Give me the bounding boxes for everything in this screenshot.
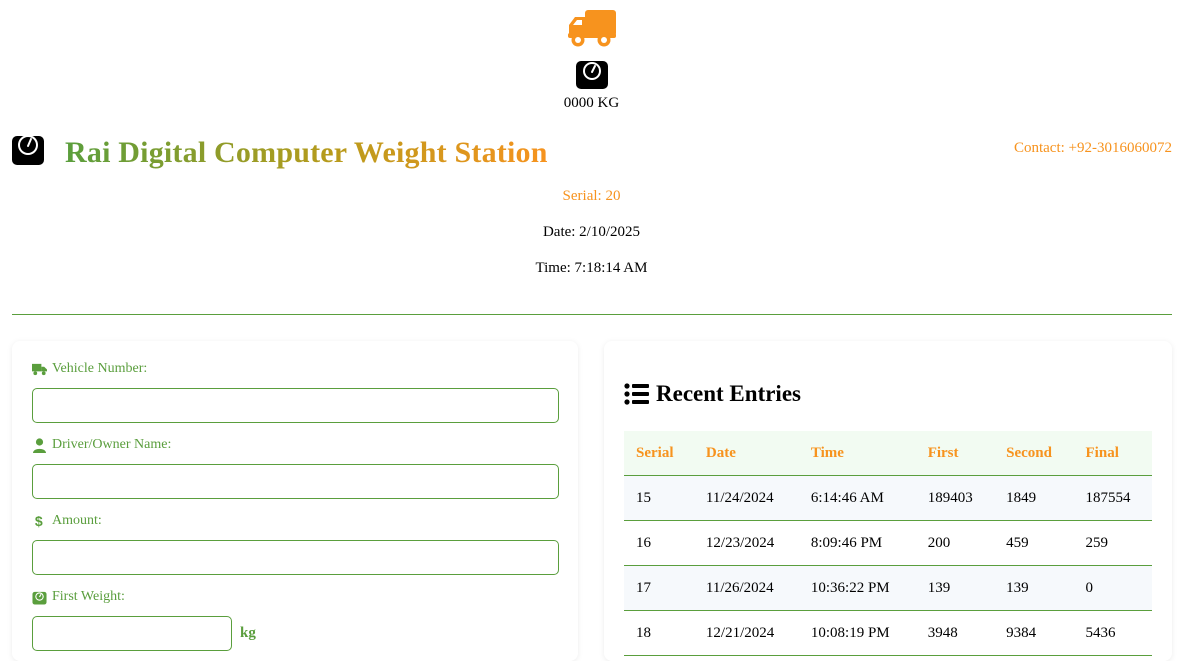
amount-label: $ Amount: (32, 513, 102, 529)
cell-final: 187554 (1073, 475, 1152, 521)
column-header-date: Date (693, 431, 799, 476)
first-weight-label: First Weight: (32, 589, 125, 605)
scale-small-icon (32, 591, 47, 605)
column-header-serial: Serial (624, 431, 694, 476)
brand-title: Rai Digital Computer Weight Station (65, 136, 548, 169)
serial-number: Serial: 20 (562, 188, 621, 204)
recent-entries-card: Recent Entries Serial Date Time First Se… (604, 341, 1172, 661)
recent-entries-title: Recent Entries (656, 381, 801, 406)
cell-date: 12/23/2024 (693, 520, 799, 566)
amount-label-text: Amount: (52, 513, 102, 528)
cell-first: 3948 (915, 610, 995, 656)
recent-entries-table: Serial Date Time First Second Final 15 1… (624, 431, 1152, 656)
cell-final: 5436 (1073, 610, 1152, 656)
vehicle-number-label: Vehicle Number: (32, 361, 147, 377)
column-header-first: First (915, 431, 995, 476)
truck-small-icon (32, 363, 47, 375)
cell-first: 189403 (915, 475, 995, 521)
current-time: Time: 7:18:14 AM (535, 260, 648, 276)
cell-first: 200 (915, 520, 995, 566)
amount-input[interactable] (32, 540, 559, 575)
cell-date: 12/21/2024 (693, 610, 799, 656)
first-weight-label-text: First Weight: (52, 589, 125, 604)
cell-serial: 18 (624, 610, 694, 656)
entry-form-card: Vehicle Number: Driver/Owner Name: $ Amo… (12, 341, 578, 661)
dollar-icon: $ (35, 514, 43, 529)
first-weight-input[interactable] (32, 616, 232, 651)
first-weight-unit: kg (240, 625, 256, 641)
table-row: 17 11/26/2024 10:36:22 PM 139 139 0 (624, 565, 1152, 611)
cell-final: 0 (1073, 565, 1152, 611)
cell-date: 11/26/2024 (693, 565, 799, 611)
cell-first: 139 (915, 565, 995, 611)
column-header-second: Second (994, 431, 1074, 476)
user-icon (33, 437, 46, 453)
table-row: 16 12/23/2024 8:09:46 PM 200 459 259 (624, 520, 1152, 566)
contact-info: Contact: +92-3016060072 (1013, 140, 1172, 156)
cell-second: 1849 (994, 475, 1074, 521)
vehicle-number-label-text: Vehicle Number: (52, 361, 148, 376)
cell-time: 10:36:22 PM (798, 565, 916, 611)
column-header-final: Final (1073, 431, 1152, 476)
brand-scale-icon (11, 132, 45, 166)
current-date: Date: 2/10/2025 (542, 224, 641, 240)
cell-second: 9384 (994, 610, 1074, 656)
svg-text:$: $ (35, 514, 43, 529)
driver-name-label-text: Driver/Owner Name: (52, 437, 172, 452)
weight-readout: 0000 KG (563, 95, 620, 111)
cell-time: 8:09:46 PM (798, 520, 916, 566)
recent-entries-header: Recent Entries (624, 381, 801, 407)
cell-time: 10:08:19 PM (798, 610, 916, 656)
driver-name-input[interactable] (32, 464, 559, 499)
column-header-time: Time (798, 431, 916, 476)
cell-final: 259 (1073, 520, 1152, 566)
table-header-row: Serial Date Time First Second Final (624, 431, 1152, 476)
cell-serial: 17 (624, 565, 694, 611)
cell-date: 11/24/2024 (693, 475, 799, 521)
driver-name-label: Driver/Owner Name: (32, 437, 171, 453)
table-row: 15 11/24/2024 6:14:46 AM 189403 1849 187… (624, 475, 1152, 521)
table-row: 18 12/21/2024 10:08:19 PM 3948 9384 5436 (624, 610, 1152, 656)
cell-second: 459 (994, 520, 1074, 566)
vehicle-number-input[interactable] (32, 388, 559, 423)
cell-second: 139 (994, 565, 1074, 611)
truck-icon (567, 9, 617, 49)
cell-time: 6:14:46 AM (798, 475, 916, 521)
list-icon (624, 383, 649, 405)
cell-serial: 16 (624, 520, 694, 566)
cell-serial: 15 (624, 475, 694, 521)
scale-icon (575, 58, 609, 90)
header-divider (12, 314, 1172, 315)
